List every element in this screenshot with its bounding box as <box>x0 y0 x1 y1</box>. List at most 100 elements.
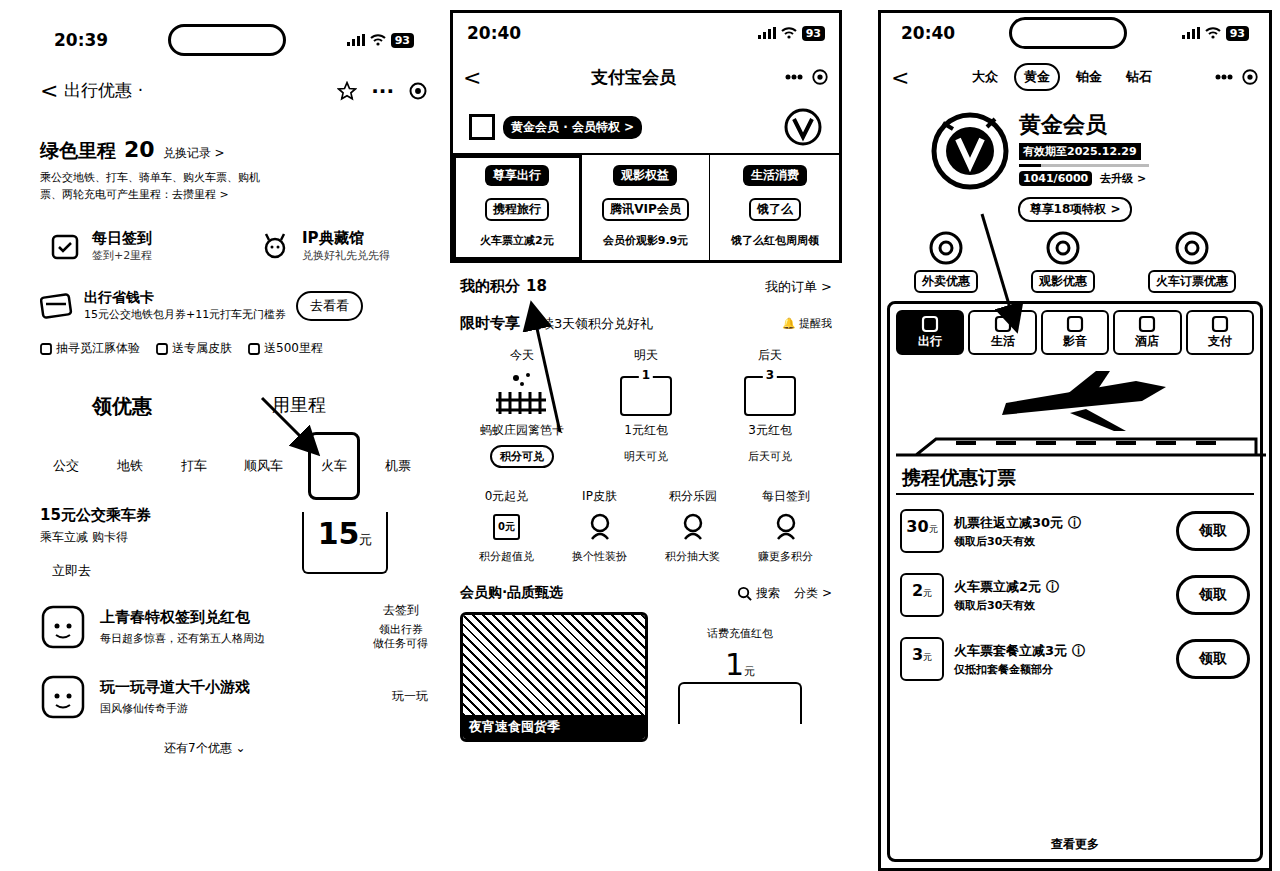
level-tab[interactable]: 大众 <box>964 65 1006 89</box>
mini-program-capsule[interactable] <box>1215 68 1259 86</box>
travel-banner[interactable]: 携程优惠订票 <box>896 363 1254 495</box>
coupon-note: 领取后30天有效 <box>954 598 1166 613</box>
points-tool[interactable]: 0元起兑0元积分超值兑 <box>460 488 553 564</box>
task-tip: 领出行券做任务可得 <box>373 623 428 652</box>
category-tabs: 公交地铁打车顺风车火车机票 <box>40 432 428 500</box>
wifi-icon <box>781 27 797 39</box>
category-tab[interactable]: 火车 <box>308 432 360 500</box>
category-icon <box>1210 315 1230 333</box>
recharge-packet-card[interactable]: 话费充值红包1元 <box>678 612 802 742</box>
category-label: 支付 <box>1208 333 1232 350</box>
coupon-panel: 出行生活影音酒店支付携程优惠订票30元机票往返立减30元 ⓘ领取后30天有效领取… <box>887 301 1263 862</box>
level-tab[interactable]: 铂金 <box>1068 65 1110 89</box>
search-button[interactable]: 搜索 <box>737 585 780 602</box>
benefit-column[interactable]: 生活消费饿了么饿了么红包周周领 <box>710 155 839 260</box>
category-tab[interactable]: 顺风车 <box>231 432 296 500</box>
coupon-category-tab[interactable]: 出行 <box>896 310 964 355</box>
promo-row[interactable]: 上青春特权签到兑红包每日超多惊喜，还有第五人格周边 去签到领出行券做任务可得 <box>40 602 428 652</box>
coupon-category-tab[interactable]: 生活 <box>968 310 1036 355</box>
category-label: 出行 <box>918 333 942 350</box>
points-tool[interactable]: 每日签到赚更多积分 <box>739 488 832 564</box>
category-link[interactable]: 分类 > <box>794 585 832 602</box>
privilege-item[interactable]: 外卖优惠 <box>914 230 978 293</box>
gold-badge-icon <box>927 105 1013 191</box>
back-button[interactable]: < <box>891 65 909 90</box>
v-sign-icon <box>768 509 804 545</box>
task-item[interactable]: 每日签到签到+2里程 <box>50 229 210 263</box>
mileage-value: 20 <box>124 137 155 162</box>
promo-title: 上青春特权签到兑红包 <box>100 608 359 627</box>
plane-train-icon <box>896 363 1266 473</box>
upgrade-link[interactable]: 去升级 > <box>1100 171 1146 186</box>
benefit-column[interactable]: 尊享出行携程旅行火车票立减2元 <box>453 155 582 260</box>
status-icons: 93 <box>1182 26 1249 41</box>
offer-tab[interactable]: 用里程 <box>272 393 326 420</box>
member-badge-icon <box>783 107 823 147</box>
benefit-description: 会员价观影9.9元 <box>603 233 689 248</box>
mileage-description[interactable]: 乘公交地铁、打车、骑单车、购火车票、购机票、两轮充电可产生里程：去攒里程 > <box>40 170 280 203</box>
calendar-check-icon <box>50 231 80 261</box>
mini-program-capsule[interactable] <box>785 68 829 86</box>
rabbit-icon <box>40 604 86 650</box>
claim-button[interactable]: 领取 <box>1176 575 1250 615</box>
privilege-item[interactable]: 观影优惠 <box>1031 230 1095 293</box>
bus-coupon: 15元公交乘车券乘车立减 购卡得立即去15元 <box>40 506 428 580</box>
level-tab[interactable]: 黄金 <box>1014 63 1060 91</box>
travel-offers-screen: 20:3993<出行优惠 ····绿色里程20兑换记录 >乘公交地铁、打车、骑单… <box>30 10 428 871</box>
category-label: 影音 <box>1063 333 1087 350</box>
page: 20:3993<出行优惠 ····绿色里程20兑换记录 >乘公交地铁、打车、骑单… <box>0 0 1280 871</box>
back-button[interactable]: < <box>463 65 481 90</box>
redeem-button[interactable]: 积分可兑 <box>490 445 554 468</box>
coupon-ticket[interactable]: 15元 <box>302 512 388 574</box>
category-tab[interactable]: 打车 <box>168 432 220 500</box>
promo-action[interactable]: 玩一玩 <box>392 688 428 705</box>
benefit-brand: 腾讯VIP会员 <box>602 198 689 221</box>
benefit-column[interactable]: 观影权益腾讯VIP会员会员价观影9.9元 <box>582 155 711 260</box>
back-button[interactable]: < <box>40 78 58 103</box>
task-item[interactable]: IP典藏馆兑换好礼先兑先得 <box>260 229 420 263</box>
privileges-link[interactable]: 尊享18项特权 > <box>1018 197 1133 222</box>
category-icon <box>920 315 940 333</box>
view-more-link[interactable]: 查看更多 <box>896 836 1254 853</box>
remind-button[interactable]: 🔔 提醒我 <box>782 316 833 331</box>
menu-dots-icon <box>785 73 803 81</box>
menu-dots-icon <box>1215 73 1233 81</box>
my-orders-link[interactable]: 我的订单 > <box>765 278 832 296</box>
perk-item: 送500里程 <box>248 340 323 357</box>
points-tool[interactable]: 积分乐园积分抽大奖 <box>646 488 739 564</box>
coupon-category-tab[interactable]: 影音 <box>1041 310 1109 355</box>
day-prize: 1元红包 <box>624 422 668 439</box>
saver-button[interactable]: 去看看 <box>296 291 363 321</box>
nav-bar: <支付宝会员 <box>453 53 839 101</box>
annotation-arrows <box>0 0 1280 871</box>
category-tab[interactable]: 公交 <box>40 432 92 500</box>
banner-title: 携程优惠订票 <box>896 463 1022 493</box>
level-tab[interactable]: 钻石 <box>1118 65 1160 89</box>
close-target-icon[interactable] <box>408 81 428 101</box>
privilege-item[interactable]: 火车订票优惠 <box>1148 230 1236 293</box>
category-tab[interactable]: 地铁 <box>104 432 156 500</box>
coupon-go-link[interactable]: 立即去 <box>40 562 151 580</box>
member-row[interactable]: 黄金会员 · 会员特权 > <box>453 101 839 153</box>
coupon-category-tabs: 出行 生活影音 酒店支付 <box>896 310 1254 355</box>
more-button[interactable]: ··· <box>371 79 394 103</box>
coupon-category-tab[interactable]: 酒店 <box>1113 310 1181 355</box>
points-tool[interactable]: IP皮肤换个性装扮 <box>553 488 646 564</box>
claim-button[interactable]: 领取 <box>1176 511 1250 551</box>
battery-level: 93 <box>802 26 825 41</box>
promo-row[interactable]: 玩一玩寻道大千小游戏国风修仙传奇手游玩一玩 <box>40 674 428 720</box>
coupon-category-tab[interactable]: 支付 <box>1186 310 1254 355</box>
offer-tab[interactable]: 领优惠 <box>92 393 152 420</box>
more-offers-link[interactable]: 还有7个优惠 ⌄ <box>40 740 428 757</box>
exchange-record-link[interactable]: 兑换记录 > <box>163 145 225 162</box>
claim-button[interactable]: 领取 <box>1176 639 1250 679</box>
day-note: 后天可兑 <box>748 445 792 468</box>
product-photo-card[interactable]: 夜宵速食囤货季 <box>460 612 648 742</box>
star-icon[interactable] <box>337 81 357 101</box>
mascot-icon <box>582 509 618 545</box>
coupon-amount-box: 30元 <box>900 509 944 553</box>
promo-description: 每日超多惊喜，还有第五人格周边 <box>100 631 359 646</box>
promo-action[interactable]: 去签到 <box>383 602 419 619</box>
category-tab[interactable]: 机票 <box>372 432 424 500</box>
coupon-note: 仅抵扣套餐金额部分 <box>954 662 1166 677</box>
